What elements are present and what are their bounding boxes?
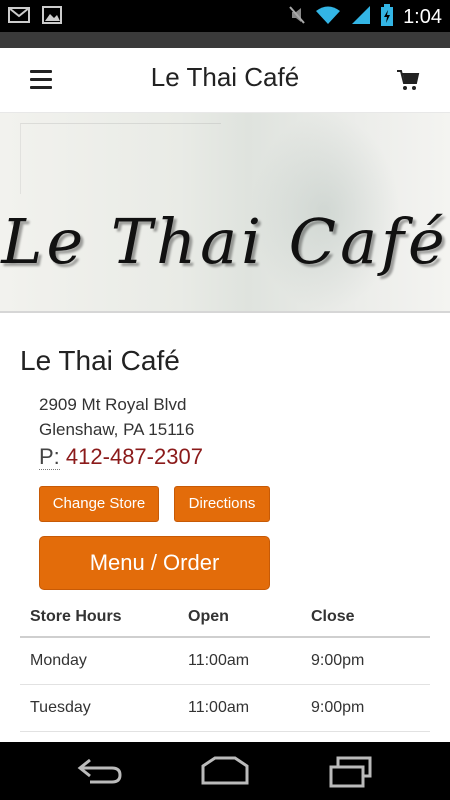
app-page: Le Thai Café Le Thai Café Le Thai Café 2… [0,48,450,758]
open-cell: 11:00am [178,637,301,685]
status-time: 1:04 [403,6,442,28]
table-header-row: Store Hours Open Close [20,598,430,638]
close-cell: 9:00pm [301,637,430,685]
battery-icon [381,4,394,31]
column-header-store-hours: Store Hours [20,598,178,638]
restaurant-banner: Le Thai Café [0,113,450,313]
column-header-close: Close [301,598,430,638]
phone-row: P: 412-487-2307 [39,444,203,470]
app-header: Le Thai Café [0,48,450,113]
recent-apps-icon[interactable] [328,756,374,793]
gmail-icon [8,6,30,29]
change-store-button[interactable]: Change Store [39,486,159,522]
image-icon [42,6,62,29]
navigation-bar [0,742,450,800]
table-row: Monday 11:00am 9:00pm [20,637,430,685]
phone-prefix: P: [39,444,60,470]
store-hours-table: Store Hours Open Close Monday 11:00am 9:… [20,598,430,732]
cart-icon[interactable] [396,68,420,92]
wifi-icon [315,5,341,30]
column-header-open: Open [178,598,301,638]
mute-icon [289,5,305,30]
top-strip [0,32,450,48]
banner-decoration-lines [20,123,221,194]
store-name: Le Thai Café [20,345,180,376]
home-icon[interactable] [200,756,250,791]
day-cell: Monday [20,637,178,685]
phone-link[interactable]: 412-487-2307 [66,444,203,469]
address-line-2: Glenshaw, PA 15116 [39,420,195,439]
store-address: 2909 Mt Royal Blvd Glenshaw, PA 15116 [39,392,194,442]
back-icon[interactable] [76,756,124,791]
app-title: Le Thai Café [150,62,300,92]
menu-order-button[interactable]: Menu / Order [39,536,270,590]
signal-icon [351,5,371,30]
status-bar: 1:04 [0,0,450,32]
open-cell: 11:00am [178,684,301,732]
close-cell: 9:00pm [301,684,430,732]
banner-logo-text: Le Thai Café [1,205,449,278]
table-row: Tuesday 11:00am 9:00pm [20,684,430,732]
directions-button[interactable]: Directions [174,486,270,522]
address-line-1: 2909 Mt Royal Blvd [39,395,187,414]
day-cell: Tuesday [20,684,178,732]
